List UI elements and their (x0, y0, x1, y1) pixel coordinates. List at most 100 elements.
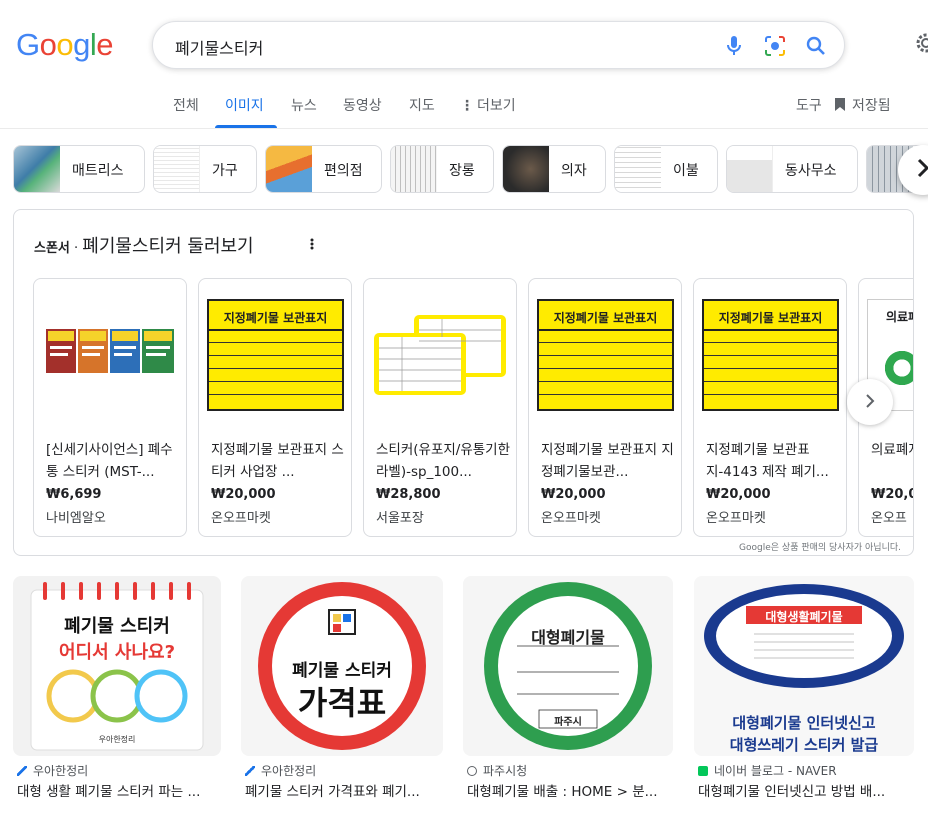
result-source[interactable]: 파주시청 (467, 762, 527, 779)
chip-chair[interactable]: 의자 (502, 145, 606, 193)
tools-button[interactable]: 도구 (796, 95, 822, 115)
sponsored-title: 폐기물스티커 둘러보기 (82, 236, 254, 257)
chip-label: 이불 (673, 163, 699, 179)
product-seller: 온오프마켓 (541, 511, 601, 526)
sponsored-disclaimer: Google은 상품 판매의 당사자가 아닙니다. (739, 543, 901, 553)
result-source-label: 네이버 블로그 - NAVER (714, 764, 837, 778)
result-image[interactable]: 대형생활폐기물 대형폐기물 인터넷신고 대형쓰레기 스티커 발급 (694, 576, 914, 756)
product-image (42, 299, 179, 411)
product-card[interactable]: [신세기사이언스] 폐수통 스티커 (MST-... ₩6,699 나비엠알오 (33, 278, 187, 537)
microphone-icon[interactable] (722, 34, 746, 58)
tab-maps[interactable]: 지도 (409, 95, 435, 115)
product-title: [신세기사이언스] 폐수통 스티커 (MST-... (46, 442, 173, 480)
product-card[interactable]: 지정폐기물 보관표지 지정폐기물 보관표지 스티커 사업장 ... ₩20,00… (198, 278, 352, 537)
product-seller: 온오프마켓 (706, 511, 766, 526)
product-price: ₩20,000 (706, 487, 771, 502)
result-image-subheading: 어디서 사나요? (58, 642, 176, 663)
result-image-heading: 폐기물 스티커 (64, 616, 170, 637)
result-image-subheading: 대형쓰레기 스티커 발급 (729, 736, 879, 754)
result-image[interactable]: 대형폐기물 파주시 (463, 576, 673, 756)
chip-thumbnail (266, 146, 312, 192)
result-source[interactable]: 우아한정리 (17, 762, 88, 779)
chip-thumbnail (503, 146, 549, 192)
product-title: 의료폐지 병원 (871, 442, 913, 458)
header-divider (0, 128, 928, 129)
product-price: ₩6,699 (46, 487, 102, 502)
result-image-heading: 대형폐기물 (531, 628, 605, 647)
chip-wardrobe[interactable]: 장롱 (390, 145, 494, 193)
tab-all[interactable]: 전체 (173, 95, 199, 115)
label-heading: 의료폐 (886, 310, 913, 324)
bookmark-icon (834, 97, 846, 116)
result-source[interactable]: 네이버 블로그 - NAVER (698, 762, 837, 779)
label-grid (209, 331, 342, 407)
label-heading: 지정폐기물 보관표지 (209, 301, 342, 331)
globe-icon (467, 766, 477, 776)
search-tabs: 전체 이미지 뉴스 동영상 지도 ⋮ 더보기 도구 저장됨 (0, 82, 928, 128)
site-favicon (245, 766, 255, 776)
search-box[interactable]: 폐기물스티커 (152, 21, 845, 69)
sponsored-header: 스폰서 · 폐기물스티커 둘러보기 (34, 236, 254, 257)
chip-label: 매트리스 (72, 163, 124, 179)
result-title[interactable]: 대형 생활 폐기물 스티커 파는 ... (17, 780, 223, 800)
product-price: ₩28,800 (376, 487, 441, 502)
product-card[interactable]: 스티커(유포지/유통기한라벨)-sp_100... ₩28,800 서울포장 (363, 278, 517, 537)
result-title[interactable]: 폐기물 스티커 가격표와 폐기... (245, 780, 445, 800)
tab-more-label: 더보기 (477, 98, 516, 114)
product-card[interactable]: 지정폐기물 보관표지 지정폐기물 보관표지 지정폐기물보관... ₩20,000… (528, 278, 682, 537)
chip-furniture[interactable]: 가구 (153, 145, 257, 193)
product-image: 지정폐기물 보관표지 (207, 299, 344, 411)
tab-videos[interactable]: 동영상 (343, 95, 382, 115)
more-vert-icon: ⋮ (460, 98, 474, 114)
saved-button[interactable]: 저장됨 (834, 95, 891, 116)
product-seller: 서울포장 (376, 511, 424, 526)
result-title[interactable]: 대형폐기물 배출 : HOME > 분... (467, 780, 673, 800)
tab-images[interactable]: 이미지 (225, 95, 264, 115)
chip-thumbnail (615, 146, 661, 192)
chip-blanket[interactable]: 이불 (614, 145, 718, 193)
chevron-right-icon (916, 158, 928, 182)
result-source-label: 우아한정리 (33, 764, 89, 778)
google-logo[interactable]: Google (16, 27, 114, 67)
chip-thumbnail (14, 146, 60, 192)
search-input[interactable]: 폐기물스티커 (175, 35, 263, 59)
result-source-label: 파주시청 (483, 764, 528, 778)
tab-more[interactable]: ⋮ 더보기 (460, 95, 516, 115)
chip-thumbnail (391, 146, 437, 192)
result-image-heading: 대형폐기물 인터넷신고 (732, 714, 876, 732)
product-image: 지정폐기물 보관표지 (702, 299, 839, 411)
search-icon[interactable] (804, 34, 828, 58)
more-options-icon[interactable] (306, 236, 318, 250)
product-title: 스티커(유포지/유통기한라벨)-sp_100... (376, 442, 510, 480)
result-image-sticker-label: 대형생활폐기물 (765, 610, 843, 624)
products-next-button[interactable] (847, 379, 893, 425)
result-source[interactable]: 우아한정리 (245, 762, 316, 779)
lens-icon[interactable] (763, 34, 787, 58)
chip-label: 장롱 (449, 163, 475, 179)
chip-thumbnail (154, 146, 200, 192)
product-seller: 나비엠알오 (46, 511, 106, 526)
result-image[interactable]: 폐기물 스티커 가격표 (241, 576, 443, 756)
product-price: ₩20,000 (211, 487, 276, 502)
product-price: ₩20,000 (541, 487, 606, 502)
chip-label: 편의점 (324, 163, 363, 179)
gear-icon[interactable] (914, 31, 928, 55)
tab-news[interactable]: 뉴스 (291, 95, 317, 115)
product-image (372, 299, 509, 411)
product-title: 지정폐기물 보관표지-4143 제작 폐기... (706, 442, 829, 480)
result-image-brand: 우아한정리 (98, 735, 136, 744)
chip-convenience-store[interactable]: 편의점 (265, 145, 382, 193)
product-seller: 온오프마켓 (211, 511, 271, 526)
result-source-label: 우아한정리 (261, 764, 317, 778)
label-heading: 지정폐기물 보관표지 (704, 301, 837, 331)
product-card[interactable]: 지정폐기물 보관표지 지정폐기물 보관표지-4143 제작 폐기... ₩20,… (693, 278, 847, 537)
product-price: ₩20,00 (871, 487, 913, 502)
result-image-subheading: 가격표 (297, 684, 387, 722)
saved-label: 저장됨 (852, 98, 891, 114)
chip-mattress[interactable]: 매트리스 (13, 145, 145, 193)
product-title: 지정폐기물 보관표지 지정폐기물보관... (541, 442, 674, 480)
result-image[interactable]: 폐기물 스티커 어디서 사나요? 우아한정리 (13, 576, 221, 756)
chip-label: 동사무소 (785, 163, 837, 179)
result-title[interactable]: 대형폐기물 인터넷신고 방법 배... (698, 780, 910, 800)
chip-community-center[interactable]: 동사무소 (726, 145, 858, 193)
